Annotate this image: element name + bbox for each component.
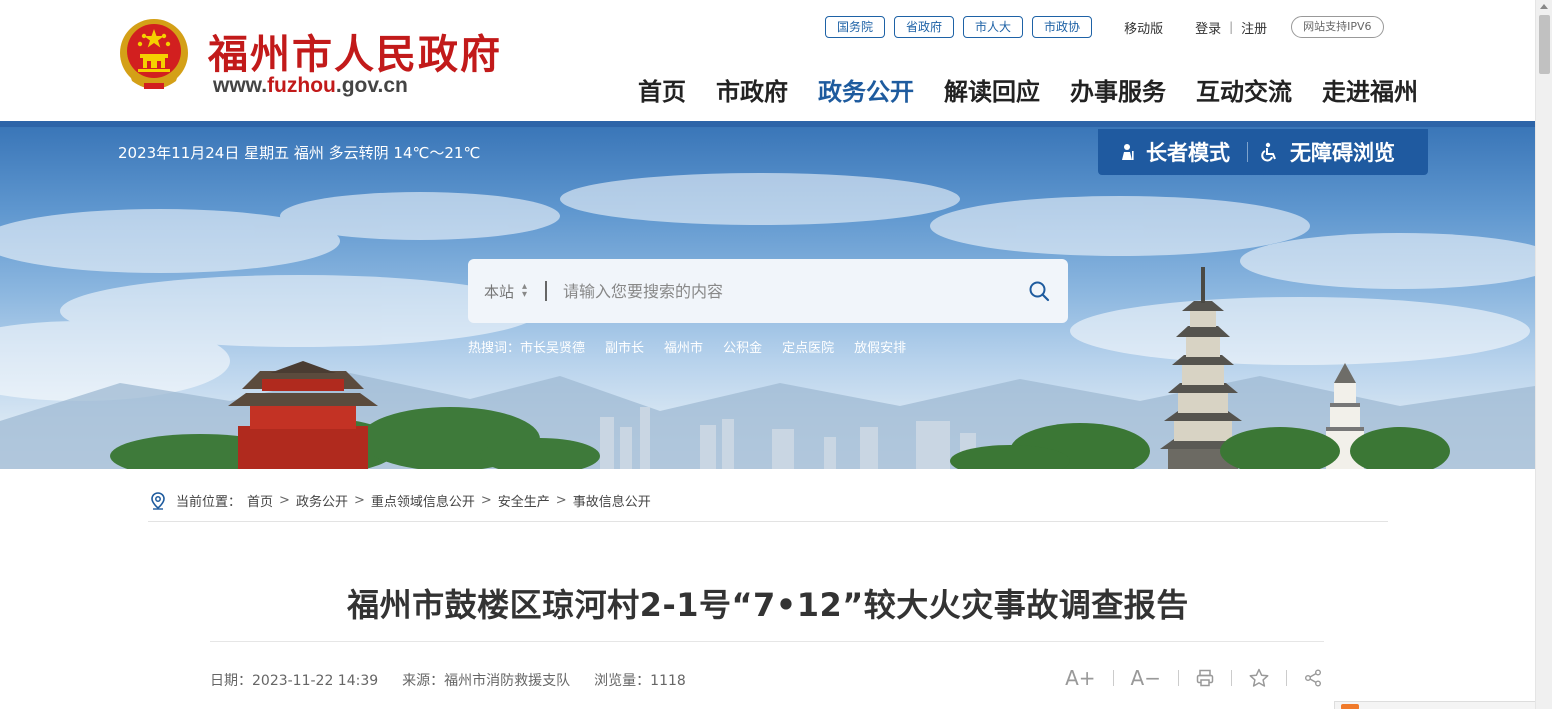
divider — [210, 641, 1324, 642]
main-nav: 首页 市政府 政务公开 解读回应 办事服务 互动交流 走进福州 — [638, 72, 1448, 107]
vertical-scrollbar[interactable] — [1535, 0, 1552, 709]
breadcrumb-separator: > — [279, 493, 290, 508]
link-state-council[interactable]: 国务院 — [825, 16, 886, 38]
tool-divider — [1178, 670, 1179, 686]
elder-mode-label: 长者模式 — [1146, 141, 1230, 165]
article-date: 日期：2023-11-22 14:39 — [210, 673, 379, 689]
print-button[interactable] — [1196, 669, 1214, 687]
link-provincial-gov[interactable]: 省政府 — [894, 16, 955, 38]
share-button[interactable] — [1304, 669, 1322, 687]
article-source: 来源：福州市消防救援支队 — [402, 673, 571, 689]
breadcrumb-separator: > — [480, 493, 492, 508]
tool-divider — [1286, 670, 1287, 686]
divider — [1247, 142, 1248, 162]
search-scope-label: 本站 — [484, 282, 515, 301]
link-city-cppcc[interactable]: 市政协 — [1032, 16, 1093, 38]
breadcrumb: 当前位置： 首页 > 政务公开 > 重点领域信息公开 > 安全生产 > 事故信息… — [150, 491, 651, 510]
link-city-congress[interactable]: 市人大 — [963, 16, 1024, 38]
search-input[interactable] — [563, 281, 1004, 301]
breadcrumb-key-areas[interactable]: 重点领域信息公开 — [371, 491, 475, 510]
floating-widget[interactable] — [1334, 701, 1544, 709]
search-divider — [545, 281, 548, 301]
hot-search-words: 热搜词： 市长吴贤德 副市长 福州市 公积金 定点医院 放假安排 — [468, 337, 906, 356]
nav-city-gov[interactable]: 市政府 — [716, 72, 788, 107]
login-link[interactable]: 登录 — [1195, 18, 1221, 37]
article-views: 浏览量：1118 — [594, 673, 686, 689]
nav-gov-affairs[interactable]: 政务公开 — [818, 72, 914, 107]
hot-word[interactable]: 市长吴贤德 — [520, 337, 585, 356]
breadcrumb-separator: > — [555, 493, 567, 508]
hot-word[interactable]: 福州市 — [664, 337, 703, 356]
tool-divider — [1231, 670, 1232, 686]
ipv6-badge: 网站支持IPV6 — [1291, 16, 1384, 38]
accessible-label: 无障碍浏览 — [1290, 141, 1395, 165]
site-url: www.fuzhou.gov.cn — [213, 74, 408, 98]
nav-about-fuzhou[interactable]: 走进福州 — [1322, 72, 1418, 107]
date-weather: 2023年11月24日 星期五 福州 多云转阴 14℃～21℃ — [118, 144, 481, 162]
site-url-highlight: fuzhou — [267, 74, 336, 97]
site-url-suffix: .gov.cn — [335, 74, 408, 97]
breadcrumb-safety[interactable]: 安全生产 — [498, 491, 550, 510]
search-box: 本站 ▴ ▾ — [468, 259, 1068, 323]
nav-interaction[interactable]: 互动交流 — [1196, 72, 1292, 107]
mobile-version-link[interactable]: 移动版 — [1124, 18, 1163, 37]
separator: | — [1229, 20, 1234, 34]
accessible-browse-button[interactable]: 无障碍浏览 — [1260, 137, 1395, 167]
register-link[interactable]: 注册 — [1241, 18, 1267, 37]
nav-interpretation[interactable]: 解读回应 — [944, 72, 1040, 107]
star-icon — [1249, 668, 1269, 687]
sort-arrows-icon: ▴ ▾ — [522, 281, 528, 300]
font-decrease-button[interactable]: A− — [1131, 666, 1161, 690]
elder-icon — [1122, 144, 1134, 160]
article-meta: 日期：2023-11-22 14:39 来源：福州市消防救援支队 浏览量：111… — [210, 670, 710, 690]
site-header: 福州市人民政府 www.fuzhou.gov.cn 国务院 省政府 市人大 市政… — [0, 0, 1535, 121]
article-panel: 当前位置： 首页 > 政务公开 > 重点领域信息公开 > 安全生产 > 事故信息… — [118, 469, 1418, 709]
breadcrumb-home[interactable]: 首页 — [247, 491, 273, 510]
breadcrumb-label: 当前位置： — [176, 495, 242, 510]
nav-services[interactable]: 办事服务 — [1070, 72, 1166, 107]
nav-home[interactable]: 首页 — [638, 72, 686, 107]
search-icon — [1029, 281, 1050, 302]
divider — [148, 521, 1388, 522]
tool-divider — [1112, 670, 1114, 686]
breadcrumb-separator: > — [353, 493, 365, 508]
top-links: 国务院 省政府 市人大 市政协 移动版 登录 | 注册 网站支持IPV6 — [825, 16, 1384, 38]
article-tools: A+ A− — [1065, 666, 1322, 690]
wheelchair-icon — [1261, 142, 1276, 162]
share-icon — [1305, 669, 1321, 687]
breadcrumb-gov-affairs[interactable]: 政务公开 — [296, 491, 348, 510]
elder-mode-button[interactable]: 长者模式 — [1118, 137, 1230, 167]
accessibility-bar: 长者模式 无障碍浏览 — [1098, 129, 1428, 175]
site-name[interactable]: 福州市人民政府 — [208, 22, 502, 80]
hot-word[interactable]: 公积金 — [723, 337, 762, 356]
widget-badge-icon — [1341, 704, 1359, 709]
search-button[interactable] — [1028, 280, 1050, 306]
hot-word[interactable]: 放假安排 — [854, 337, 906, 356]
hot-search-label: 热搜词： — [468, 341, 521, 356]
location-pin-icon — [151, 491, 165, 510]
hot-word[interactable]: 定点医院 — [782, 337, 834, 356]
print-icon — [1196, 669, 1214, 687]
site-url-prefix: www. — [213, 74, 268, 97]
breadcrumb-accident-info[interactable]: 事故信息公开 — [573, 491, 651, 510]
hot-word[interactable]: 副市长 — [605, 337, 644, 356]
scroll-up-arrow-icon[interactable] — [1540, 4, 1548, 9]
national-emblem-icon — [120, 19, 188, 89]
favorite-button[interactable] — [1249, 668, 1269, 688]
article-title: 福州市鼓楼区琼河村2-1号“7•12”较大火灾事故调查报告 — [347, 586, 1189, 624]
hero-banner: 2023年11月24日 星期五 福州 多云转阴 14℃～21℃ 长者模式 无障碍… — [0, 121, 1535, 469]
scroll-thumb[interactable] — [1539, 15, 1550, 74]
search-scope-select[interactable]: 本站 ▴ ▾ — [484, 281, 527, 302]
font-increase-button[interactable]: A+ — [1065, 666, 1095, 690]
